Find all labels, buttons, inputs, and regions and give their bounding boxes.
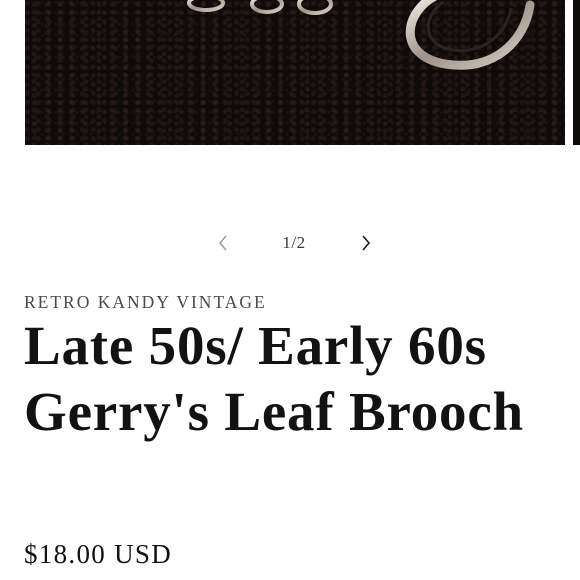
chevron-left-icon <box>218 235 227 251</box>
previous-slide-button[interactable] <box>206 226 240 260</box>
product-media-gallery <box>0 0 580 150</box>
brooch-image <box>187 0 535 70</box>
product-photo-brooch[interactable] <box>25 0 565 145</box>
product-title: Late 50s/ Early 60s Gerry's Leaf Brooch <box>24 315 524 442</box>
product-photo-next-peek[interactable] <box>573 0 580 145</box>
slider-controls: 1/2 <box>0 226 580 260</box>
chevron-right-icon <box>362 235 371 251</box>
product-vendor: RETRO KANDY VINTAGE <box>24 292 267 312</box>
slide-counter: 1/2 <box>282 233 306 252</box>
next-slide-button[interactable] <box>349 226 383 260</box>
product-price: $18.00 USD <box>24 539 173 569</box>
